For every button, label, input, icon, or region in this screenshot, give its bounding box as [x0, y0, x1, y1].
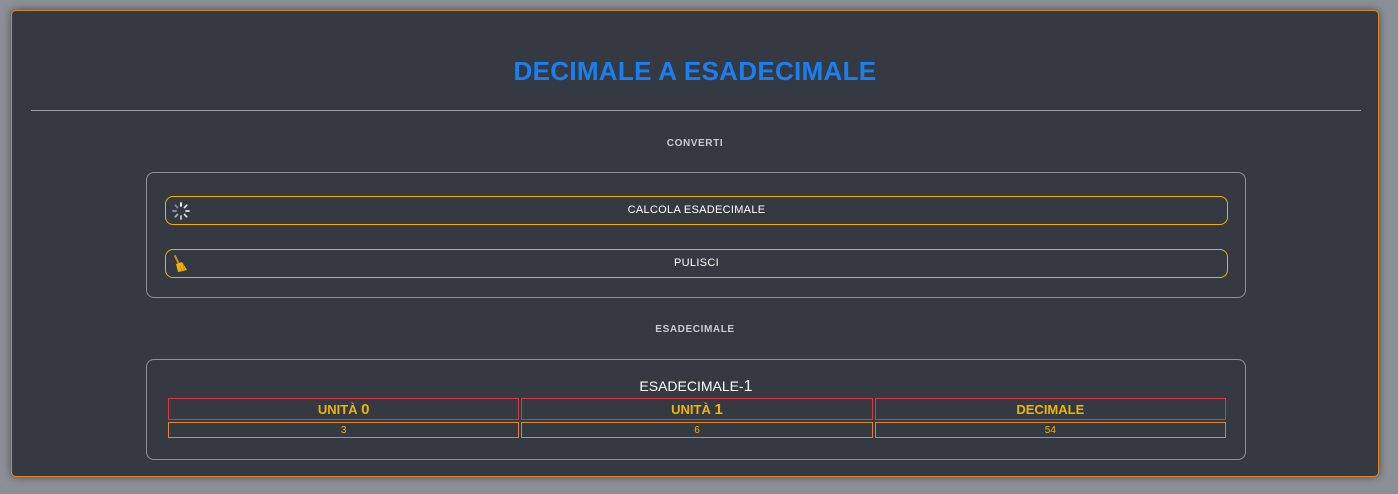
column-header-decimal: DECIMALE — [874, 398, 1226, 420]
column-header-unit-1: UNITÀ 1 — [521, 398, 873, 420]
hex-section-label: ESADECIMALE — [655, 324, 735, 335]
result-table-title-prefix: ESADECIMALE- — [639, 378, 744, 394]
column-header-unit-0: UNITÀ 0 — [168, 398, 520, 420]
calculate-hex-button[interactable]: CALCOLA ESADECIMALE — [165, 196, 1228, 225]
result-table-title: ESADECIMALE-1 — [147, 378, 1245, 396]
cell-unit-0: 3 — [168, 422, 520, 438]
cell-unit-1: 6 — [521, 422, 873, 438]
page-title: DECIMALE A ESADECIMALE — [513, 56, 877, 86]
broom-icon — [171, 254, 191, 274]
cell-decimal: 54 — [874, 422, 1226, 438]
hex-result-table: UNITÀ 0 UNITÀ 1 DECIMALE 3 6 54 — [166, 398, 1228, 438]
result-table-title-number: 1 — [743, 378, 753, 395]
table-header-row: UNITÀ 0 UNITÀ 1 DECIMALE — [168, 398, 1226, 420]
column-header-text: DECIMALE — [1016, 401, 1085, 417]
converter-card: DECIMALE A ESADECIMALE CONVERTI CALCOLA … — [11, 10, 1379, 477]
clear-label: PULISCI — [674, 257, 719, 269]
column-header-number: 0 — [361, 400, 370, 418]
column-header-text: UNITÀ — [671, 401, 715, 417]
spinner-icon — [171, 201, 191, 221]
calculate-hex-label: CALCOLA ESADECIMALE — [627, 204, 766, 216]
clear-button[interactable]: PULISCI — [165, 249, 1228, 278]
convert-panel: CALCOLA ESADECIMALE PULISCI — [146, 172, 1246, 298]
column-header-text: UNITÀ — [317, 401, 362, 417]
table-row: 3 6 54 — [168, 422, 1226, 438]
result-panel: ESADECIMALE-1 UNITÀ 0 UNITÀ 1 DECIMALE 3… — [146, 359, 1246, 460]
column-header-number: 1 — [714, 400, 723, 418]
title-divider — [31, 110, 1361, 111]
convert-section-label: CONVERTI — [666, 138, 724, 149]
